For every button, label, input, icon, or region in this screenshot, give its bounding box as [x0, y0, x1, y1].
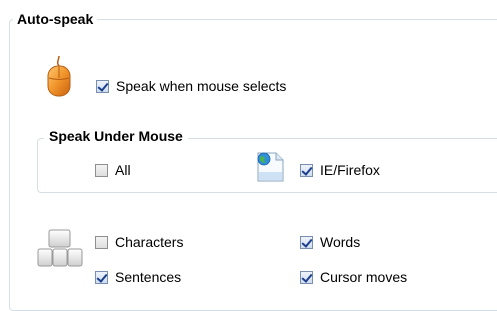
speak-when-mouse-selects-checkbox[interactable]: Speak when mouse selects	[96, 78, 286, 94]
sentences-checkbox[interactable]: Sentences	[95, 269, 181, 285]
keyboard-keys-icon	[37, 229, 83, 267]
cursor-moves-label: Cursor moves	[320, 269, 408, 285]
sentences-label: Sentences	[115, 269, 182, 285]
all-checkbox[interactable]: All	[95, 162, 131, 178]
ie-firefox-box[interactable]	[300, 163, 313, 177]
words-checkbox[interactable]: Words	[300, 234, 360, 250]
ie-firefox-label: IE/Firefox	[320, 162, 380, 178]
mouse-icon	[47, 55, 71, 97]
words-box[interactable]	[300, 235, 313, 249]
all-box[interactable]	[95, 163, 108, 177]
characters-checkbox[interactable]: Characters	[95, 234, 183, 250]
sentences-box[interactable]	[95, 270, 108, 284]
ie-firefox-checkbox[interactable]: IE/Firefox	[300, 162, 380, 178]
words-label: Words	[320, 234, 361, 250]
cursor-moves-checkbox[interactable]: Cursor moves	[300, 269, 407, 285]
speak-when-mouse-selects-box[interactable]	[96, 79, 109, 93]
web-page-icon	[257, 152, 284, 182]
characters-box[interactable]	[95, 235, 108, 249]
cursor-moves-box[interactable]	[300, 270, 313, 284]
all-label: All	[115, 162, 131, 178]
characters-label: Characters	[115, 234, 184, 250]
speak-under-mouse-title: Speak Under Mouse	[44, 128, 188, 144]
speak-when-mouse-selects-label: Speak when mouse selects	[116, 78, 287, 94]
auto-speak-title: Auto-speak	[13, 11, 98, 27]
